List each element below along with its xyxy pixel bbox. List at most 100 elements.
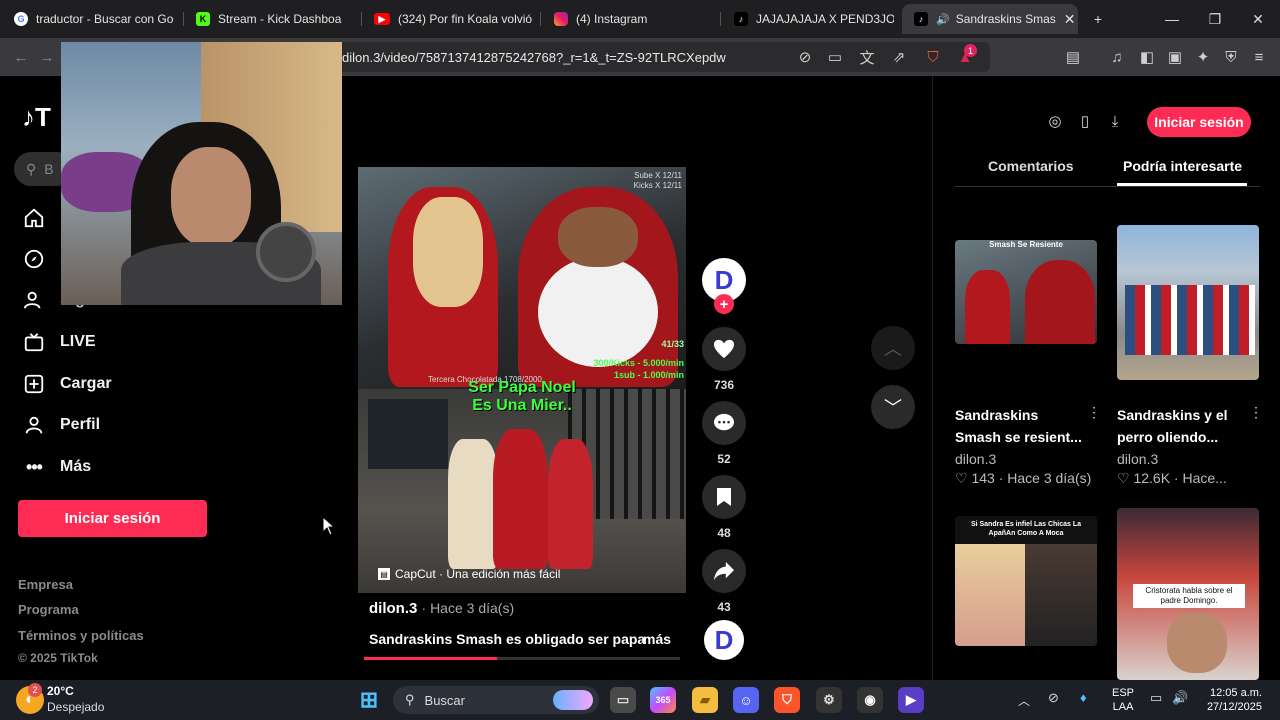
m365-icon[interactable]: 365 xyxy=(650,687,676,713)
minimize-button[interactable]: — xyxy=(1150,0,1194,38)
settings-app-icon[interactable]: ⚙ xyxy=(816,687,842,713)
media-player-icon[interactable]: ▶ xyxy=(898,687,924,713)
cast-icon[interactable]: ▭ xyxy=(824,46,846,68)
volume-icon[interactable]: 🔊 xyxy=(1172,690,1188,706)
vpn-icon[interactable]: ⛨ xyxy=(1220,46,1242,68)
bookmark-icon xyxy=(702,475,746,519)
task-view-icon[interactable]: ▭ xyxy=(610,687,636,713)
footer-link[interactable]: Términos y políticas xyxy=(18,628,144,643)
video-player[interactable]: Sube X 12/11 Kicks X 12/11 41/33 300/Kick… xyxy=(358,167,686,593)
leo-ai-icon[interactable]: ✦ xyxy=(1192,46,1214,68)
nav-home[interactable] xyxy=(22,206,60,230)
tab-recommended[interactable]: Podría interesarte xyxy=(1123,158,1242,174)
more-link[interactable]: más xyxy=(643,631,671,647)
back-icon[interactable]: ← xyxy=(10,46,32,68)
capcut-label[interactable]: ▤ CapCut · Una edición más fácil xyxy=(378,567,560,581)
kebab-menu-icon[interactable]: ⋮ xyxy=(1249,404,1263,421)
forward-icon[interactable]: → xyxy=(36,46,58,68)
save-button[interactable]: 48 xyxy=(702,475,746,540)
card-author[interactable]: dilon.3 xyxy=(1117,451,1158,467)
mobile-icon[interactable]: ▯ xyxy=(1075,111,1095,131)
share-icon[interactable]: ⇗ xyxy=(888,46,910,68)
file-explorer-icon[interactable]: ▰ xyxy=(692,687,718,713)
nav-more[interactable]: ••• Más xyxy=(22,455,91,479)
clock[interactable]: 12:05 a.m. 27/12/2025 xyxy=(1202,686,1262,714)
tab-instagram[interactable]: (4) Instagram xyxy=(554,4,714,34)
new-tab-button[interactable]: + xyxy=(1076,0,1120,38)
windows-start-icon[interactable]: ⊞ xyxy=(356,687,382,713)
menu-icon[interactable]: ≡ xyxy=(1248,46,1270,68)
nav-explore[interactable] xyxy=(22,247,60,271)
video-thumbnail[interactable]: Smash Se Resiente xyxy=(955,240,1097,344)
tab-comments[interactable]: Comentarios xyxy=(988,158,1074,174)
rewards-badge: 1 xyxy=(964,44,977,57)
close-window-button[interactable]: ✕ xyxy=(1236,0,1280,38)
login-button[interactable]: Iniciar sesión xyxy=(18,500,207,537)
footer-link[interactable]: Programa xyxy=(18,602,79,617)
explore-icon[interactable]: ◎ xyxy=(1045,111,1065,131)
download-icon[interactable]: ⤓ xyxy=(1105,111,1125,131)
card-author[interactable]: dilon.3 xyxy=(955,451,996,467)
video-thumbnail[interactable]: Cristorata habla sobre el padre Domingo. xyxy=(1117,508,1259,680)
taskbar-search[interactable]: ⚲ Buscar xyxy=(393,686,599,714)
author-avatar[interactable]: D + xyxy=(702,258,746,314)
media-muted-icon[interactable]: ⊘ xyxy=(794,46,816,68)
kebab-menu-icon[interactable]: ⋮ xyxy=(1087,404,1101,421)
follow-plus-icon[interactable]: + xyxy=(714,294,734,314)
video-author[interactable]: dilon.3 · Hace 3 día(s) xyxy=(369,600,514,617)
maximize-button[interactable]: ❐ xyxy=(1193,0,1237,38)
tiktok-logo[interactable]: ♪T xyxy=(22,102,51,133)
previous-video-button[interactable]: ︿ xyxy=(871,326,915,370)
card-title[interactable]: Sandraskins Smash se resient... xyxy=(955,404,1082,448)
capcut-icon: ▤ xyxy=(378,568,390,580)
tab-kick[interactable]: K Stream - Kick Dashboa xyxy=(196,4,346,34)
network-off-icon[interactable]: ⊘ xyxy=(1048,690,1059,706)
sidebar-icon[interactable]: ◧ xyxy=(1136,46,1158,68)
discord-icon[interactable]: ☺ xyxy=(733,687,759,713)
obs-icon[interactable]: ◉ xyxy=(857,687,883,713)
wallet-icon[interactable]: ▣ xyxy=(1164,46,1186,68)
comment-icon xyxy=(702,401,746,445)
brave-shield-icon[interactable]: ⛉ xyxy=(922,46,944,68)
tab-tiktok-active[interactable]: ♪ 🔊 Sandraskins Smash ✕ xyxy=(902,4,1078,34)
tab-tiktok-1[interactable]: ♪ JAJAJAJAJA X PEND3JO😂 xyxy=(734,4,894,34)
reader-mode-icon[interactable]: ▤ xyxy=(1062,46,1084,68)
share-button[interactable]: 43 xyxy=(702,549,746,614)
close-tab-icon[interactable]: ✕ xyxy=(1064,11,1076,28)
music-icon[interactable]: ♫ xyxy=(1106,46,1128,68)
like-button[interactable]: 736 xyxy=(702,327,746,392)
santa-face xyxy=(558,207,638,267)
tab-youtube[interactable]: ▶ (324) Por fin Koala volvió a xyxy=(374,4,534,34)
brave-browser-icon[interactable]: ⛉ xyxy=(774,687,800,713)
chevron-up-icon[interactable]: ︿ xyxy=(1018,692,1030,709)
author-avatar-small[interactable]: D xyxy=(702,620,746,660)
webcam-overlay xyxy=(61,42,342,305)
right-panel: ◎ ▯ ⤓ Iniciar sesión Comentarios Podría … xyxy=(932,76,1280,680)
chevron-up-icon: ︿ xyxy=(884,339,902,359)
microphone-icon[interactable]: ♦ xyxy=(1080,690,1087,705)
nav-upload[interactable]: Cargar xyxy=(22,372,112,396)
tab-title: (324) Por fin Koala volvió a xyxy=(398,12,534,26)
weather-temp[interactable]: 20°C xyxy=(47,684,74,698)
cursor-icon xyxy=(322,515,336,541)
video-thumbnail[interactable]: Si Sandra Es infiel Las Chicas La ApañAn… xyxy=(955,516,1097,646)
speaker-icon: 🔊 xyxy=(936,13,950,26)
language-indicator[interactable]: ESP LAA xyxy=(1112,686,1134,714)
comment-button[interactable]: 52 xyxy=(702,401,746,466)
woman-figure xyxy=(448,439,498,569)
next-video-button[interactable]: ﹀ xyxy=(871,385,915,429)
tab-divider xyxy=(955,186,1260,187)
tab-title: traductor - Buscar con Goo xyxy=(36,12,174,26)
footer-link[interactable]: Empresa xyxy=(18,577,73,592)
share-arrow-icon xyxy=(702,549,746,593)
translate-icon[interactable]: 文 xyxy=(856,46,878,68)
tab-google[interactable]: G traductor - Buscar con Goo xyxy=(14,4,174,34)
nav-profile[interactable]: Perfil xyxy=(22,413,100,437)
login-button-top[interactable]: Iniciar sesión xyxy=(1147,107,1251,137)
card-title[interactable]: Sandraskins y el perro oliendo... xyxy=(1117,404,1228,448)
display-icon[interactable]: ▭ xyxy=(1150,690,1162,706)
nav-live[interactable]: LIVE xyxy=(22,330,96,354)
video-thumbnail[interactable] xyxy=(1117,225,1259,380)
video-progress-bar[interactable] xyxy=(364,657,680,660)
heart-outline-icon: ♡ xyxy=(1117,470,1130,486)
